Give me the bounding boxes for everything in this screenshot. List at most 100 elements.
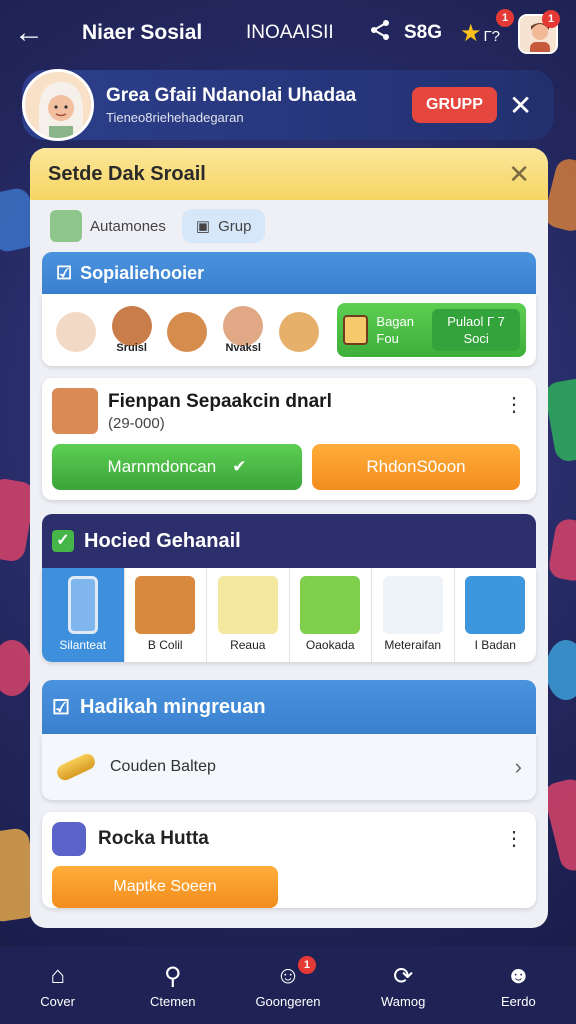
friend-avatar[interactable] xyxy=(52,312,100,352)
friends-card: Sruisl Nvaksl Bagan Fou Pulaol Г 7 Soci xyxy=(42,294,536,366)
section-title: Hocied Gehanail xyxy=(84,529,241,552)
game-tile[interactable]: Meteraifan xyxy=(372,568,455,662)
avatar xyxy=(55,312,96,352)
bottom-card: Rocka Hutta ⋮ Maptke Soeen xyxy=(42,812,536,908)
avatar xyxy=(278,312,319,352)
share-icon[interactable] xyxy=(368,18,392,49)
nav-label: Goongeren xyxy=(255,993,321,1009)
friend-name: Nvaksl xyxy=(225,342,261,354)
section-header-friends: ☑ Sopialiehooier xyxy=(42,252,536,294)
tab-label: Grup xyxy=(218,217,252,235)
star-notification-badge: 1 xyxy=(496,8,515,27)
game-tile[interactable]: B Colil xyxy=(125,568,207,662)
nav-label: Cover xyxy=(40,993,75,1009)
avatar xyxy=(223,306,264,346)
screen-subtitle: INOAAISII xyxy=(246,22,334,43)
book-icon xyxy=(342,315,369,345)
profile-name: Grea Gfaii Ndanolai Uhadaa xyxy=(106,85,357,106)
decline-button[interactable]: RhdonS0oon xyxy=(312,444,520,490)
nav-item-wamog[interactable]: ⟳ Wamog xyxy=(353,962,453,1009)
game-tile[interactable]: Reaua xyxy=(207,568,290,662)
action-label: Maptke Soeen xyxy=(113,878,217,895)
bottom-nav: ⌂ Cover ⚲ Ctemen ☺ 1 Goongeren ⟳ Wamog ☻… xyxy=(0,946,576,1024)
avatar-notification-badge: 1 xyxy=(542,10,560,28)
close-icon[interactable]: ✕ xyxy=(509,89,532,122)
game-image xyxy=(135,576,196,634)
nav-label: Ctemen xyxy=(150,993,196,1009)
nav-badge: 1 xyxy=(297,955,316,974)
game-label: B Colil xyxy=(147,638,183,652)
group-button[interactable]: GRUPP xyxy=(412,87,497,123)
list-item[interactable]: Couden Baltep › xyxy=(42,734,536,800)
promo-box[interactable]: Bagan Fou Pulaol Г 7 Soci xyxy=(336,303,526,357)
screen-title: Niaer Sosial xyxy=(82,21,203,44)
card-name: Rocka Hutta xyxy=(98,828,209,849)
more-options-icon[interactable]: ⋮ xyxy=(504,392,524,417)
nav-item-cover[interactable]: ⌂ Cover xyxy=(8,962,108,1009)
decline-label: RhdonS0oon xyxy=(366,457,466,476)
games-row: Silanteat B Colil Reaua Oaokada Meteraif… xyxy=(42,568,536,662)
avatar xyxy=(52,388,98,434)
panel-title: Setde Dak Sroail xyxy=(48,162,206,185)
nav-item-goongeren[interactable]: ☺ 1 Goongeren xyxy=(238,955,338,1009)
nav-item-eerdo[interactable]: ☻ Eerdo xyxy=(468,962,568,1009)
checkmark-icon: ✔ xyxy=(232,457,247,476)
game-image xyxy=(300,576,361,634)
game-tile[interactable]: Oaokada xyxy=(290,568,372,662)
bg-decoration xyxy=(547,517,576,583)
friend-avatar[interactable]: Nvaksl xyxy=(219,306,267,354)
game-image xyxy=(217,576,278,634)
section-title: Sopialiehooier xyxy=(80,262,205,283)
nav-item-ctemen[interactable]: ⚲ Ctemen xyxy=(123,962,223,1009)
star-icon: ★ xyxy=(460,19,482,47)
game-label: Reaua xyxy=(230,638,266,652)
friend-name: Sruisl xyxy=(116,342,147,354)
promo-button[interactable]: Pulaol Г 7 Soci xyxy=(432,309,520,351)
panel-tabs: Autamones ▣ Grup xyxy=(30,200,548,252)
check-icon: ☑ xyxy=(56,262,73,283)
back-arrow-icon[interactable]: ← xyxy=(14,16,54,50)
nav-label: Eerdo xyxy=(500,993,536,1009)
tab-autamones[interactable]: Autamones xyxy=(44,204,172,248)
star-currency[interactable]: ★ Г? 1 xyxy=(460,8,515,48)
profile-avatar[interactable] xyxy=(22,69,94,141)
group-icon: ▣ xyxy=(195,218,211,235)
request-sub: (29-000) xyxy=(108,414,165,432)
friend-avatar[interactable] xyxy=(164,312,212,352)
friend-avatar[interactable]: Sruisl xyxy=(108,306,156,354)
game-tile[interactable]: Silanteat xyxy=(42,568,125,662)
game-tile[interactable]: I Badan xyxy=(455,568,537,662)
friend-request-card: Fienpan Sepaakcin dnarl (29-000) ⋮ Marnm… xyxy=(42,378,536,500)
close-icon[interactable]: ✕ xyxy=(508,159,530,190)
friend-avatar[interactable] xyxy=(275,312,323,352)
profile-banner: Grea Gfaii Ndanolai Uhadaa Tieneo8rieheh… xyxy=(22,69,554,141)
tab-grup[interactable]: ▣ Grup xyxy=(181,209,266,243)
more-options-icon[interactable]: ⋮ xyxy=(504,826,524,851)
chevron-right-icon: › xyxy=(514,754,522,779)
sticker-icon xyxy=(54,751,98,783)
tab-avatar-icon xyxy=(50,210,82,242)
magnifier-icon: ⚲ xyxy=(163,962,182,990)
star-count: Г? xyxy=(483,27,501,45)
game-label: I Badan xyxy=(474,638,516,652)
check-icon: ✓ xyxy=(52,530,74,552)
avatar xyxy=(167,312,208,352)
phone-icon xyxy=(67,576,98,634)
game-image xyxy=(382,576,443,634)
bg-decoration xyxy=(543,376,576,464)
nav-label: Wamog xyxy=(381,993,426,1009)
accept-button[interactable]: Marnmdoncan ✔ xyxy=(52,444,302,490)
game-image xyxy=(465,576,526,634)
avatar xyxy=(111,306,152,346)
request-name: Fienpan Sepaakcin dnarl xyxy=(108,390,332,412)
person-icon: ☻ xyxy=(505,961,531,989)
action-button[interactable]: Maptke Soeen xyxy=(52,866,278,908)
section-title: Hadikah mingreuan xyxy=(79,695,266,718)
promo-text: Bagan Fou xyxy=(376,314,414,346)
refresh-icon: ⟳ xyxy=(393,962,414,990)
game-label: Silanteat xyxy=(59,638,107,652)
score-value: S8G xyxy=(404,22,443,43)
top-bar: ← Niaer Sosial INOAAISII S8G ★ Г? 1 1 xyxy=(0,0,576,66)
bg-decoration xyxy=(0,640,32,696)
tab-label: Autamones xyxy=(90,217,166,235)
